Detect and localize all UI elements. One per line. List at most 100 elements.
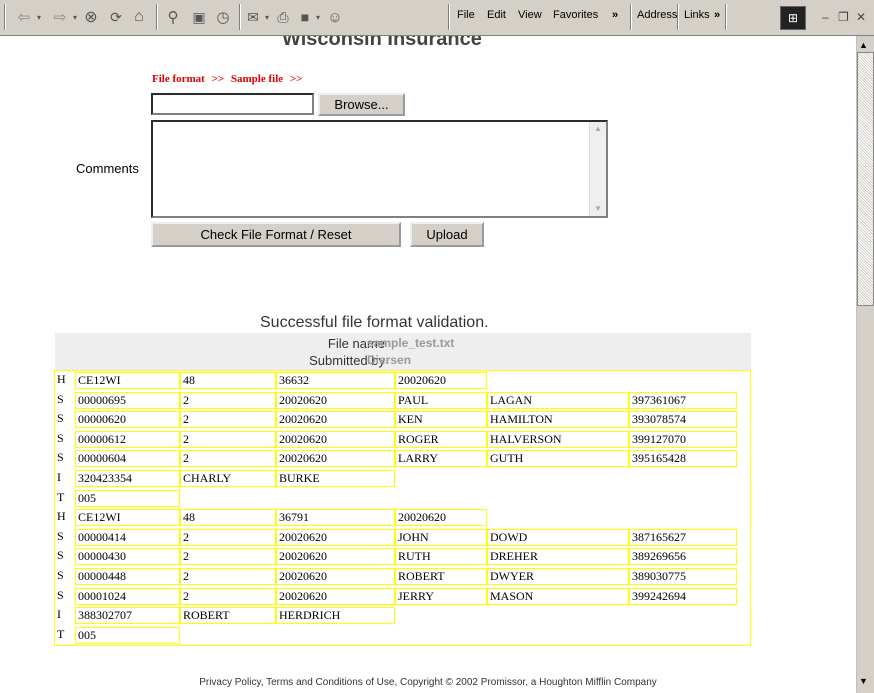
record-cell: DWYER [487,568,629,585]
record-cell: 20020620 [276,411,395,429]
record-cell: CE12WI [75,509,180,527]
record-cell: 20020620 [276,548,395,566]
record-cell: 320423354 [75,470,180,487]
record-cell: PAUL [395,391,487,409]
toolbar-grip [4,4,6,30]
record-cell: LARRY [395,450,487,468]
record-cell: S [57,430,64,445]
record-cell: 20020620 [276,568,395,585]
windows-logo-icon: ⊞ [780,6,806,30]
forward-dropdown-icon[interactable]: ▾ [70,6,80,28]
record-cell: I [57,470,61,484]
record-cell: 2 [180,411,276,429]
page-scrollbar[interactable]: ▲ ▼ [856,36,874,693]
record-cell: 387165627 [629,528,737,546]
record-cell: 2 [180,450,276,468]
record-cell: S [57,391,64,406]
record-cell: CHARLY [180,470,276,487]
links-label[interactable]: Links [684,9,710,21]
record-cell: 005 [75,626,180,644]
record-cell: 20020620 [276,391,395,409]
history-icon[interactable]: ◷ [212,6,234,28]
edit-dropdown-icon[interactable]: ▾ [314,6,322,28]
mail-icon[interactable]: ✉ [243,6,263,28]
stop-icon[interactable]: ⊗ [81,6,101,28]
record-cell: DREHER [487,548,629,566]
record-cell: 2 [180,391,276,409]
comments-textarea[interactable]: ▲ ▼ [151,120,608,218]
record-cell: 2 [180,568,276,585]
search-icon[interactable]: ⚲ [162,6,184,28]
menu-file[interactable]: File [457,9,475,21]
restore-icon[interactable]: ❐ [838,10,849,24]
link-separator: >> [211,73,225,85]
check-file-format-button[interactable]: Check File Format / Reset [151,222,401,247]
record-cell: DOWD [487,528,629,546]
record-cell: HALVERSON [487,430,629,448]
record-cell: 36791 [276,509,395,527]
mail-dropdown-icon[interactable]: ▾ [263,6,271,28]
address-label[interactable]: Address [637,9,677,21]
record-cell: 48 [180,509,276,527]
record-cell: 2 [180,548,276,566]
edit-icon[interactable]: ■ [296,6,314,28]
scroll-down-icon[interactable]: ▼ [859,676,868,686]
submission-info: File name sample_test.txt Submitted by D… [55,333,751,371]
record-cell: 36632 [276,372,395,389]
record-cell: 005 [75,489,180,507]
file-path-input[interactable] [151,93,314,115]
menu-favorites[interactable]: Favorites [553,9,598,21]
record-cell: 20020620 [395,509,487,527]
scroll-down-icon[interactable]: ▼ [591,202,605,216]
links-overflow-chevron[interactable]: » [714,9,720,21]
toolbar-separator [630,4,632,30]
toolbar-separator [156,4,158,30]
record-cell: 388302707 [75,607,180,625]
record-cell: 00000430 [75,548,180,566]
browse-button[interactable]: Browse... [318,93,405,116]
menu-edit[interactable]: Edit [487,9,506,21]
comments-scrollbar[interactable]: ▲ ▼ [589,122,606,216]
file-name-value: sample_test.txt [367,336,455,350]
sample-file-link[interactable]: Sample file [231,73,283,85]
record-cell: S [57,548,64,563]
scroll-up-icon[interactable]: ▲ [591,122,605,136]
record-cell: 20020620 [276,528,395,546]
record-cell: ROGER [395,430,487,448]
scroll-up-icon[interactable]: ▲ [859,40,868,50]
scrollbar-thumb[interactable] [857,52,874,306]
toolbar-separator [239,4,241,30]
record-cell: HERDRICH [276,607,395,625]
refresh-icon[interactable]: ⟳ [106,6,126,28]
file-format-link[interactable]: File format [152,73,205,85]
record-cell: 00000620 [75,411,180,429]
record-cell: 399127070 [629,430,737,448]
forward-arrow-icon[interactable]: ⇨ [50,6,70,28]
record-cell: H [57,372,66,386]
close-icon[interactable]: ✕ [856,10,866,24]
record-cell: H [57,509,66,524]
messenger-icon[interactable]: ☺ [324,6,346,28]
record-cell: T [57,489,65,504]
comments-label: Comments [76,161,139,176]
record-cell: 00000448 [75,568,180,585]
record-cell: 00000414 [75,528,180,546]
minimize-icon[interactable]: – [822,10,829,24]
record-cell: S [57,587,64,602]
link-separator: >> [289,73,303,85]
favorites-icon[interactable]: ▣ [188,6,210,28]
record-cell: JERRY [395,587,487,605]
record-cell: GUTH [487,450,629,468]
print-icon[interactable]: ⎙ [272,6,294,28]
back-dropdown-icon[interactable]: ▾ [34,6,44,28]
back-arrow-icon[interactable]: ⇦ [14,6,34,28]
record-cell: 389030775 [629,568,737,585]
home-icon[interactable]: ⌂ [128,6,150,28]
toolbar-separator [725,4,727,30]
record-cell: LAGAN [487,391,629,409]
menu-view[interactable]: View [518,9,542,21]
menu-overflow-chevron[interactable]: » [612,9,618,21]
record-cell: ROBERT [395,568,487,585]
upload-button[interactable]: Upload [410,222,484,247]
record-cell: 397361067 [629,391,737,409]
